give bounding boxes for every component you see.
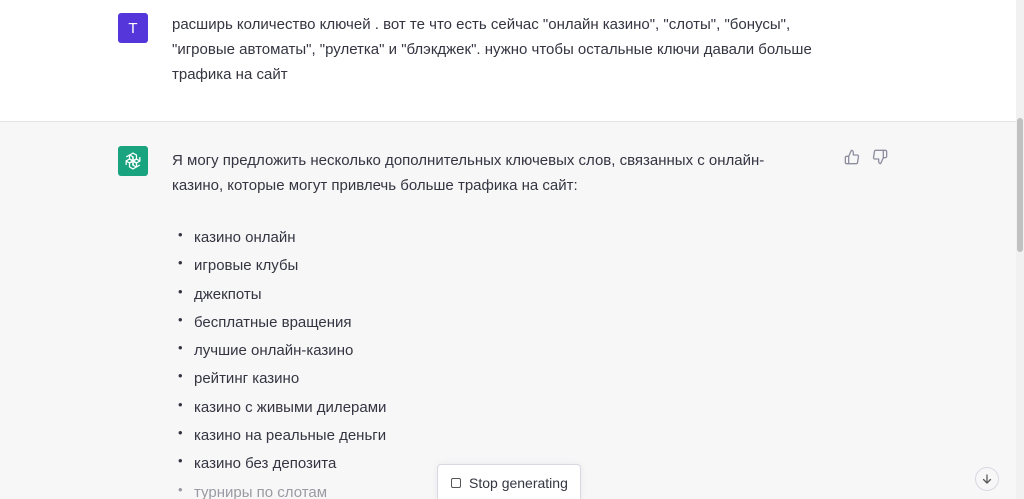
user-avatar-letter: T [128, 19, 138, 37]
scrollbar[interactable] [1016, 0, 1024, 499]
scrollbar-thumb[interactable] [1017, 118, 1023, 252]
feedback-buttons [843, 148, 889, 166]
list-item: • казино без депозита [178, 453, 337, 473]
assistant-message: Я могу предложить несколько дополнительн… [0, 122, 1016, 499]
openai-logo-icon [125, 152, 141, 170]
thumbs-up-icon [844, 149, 860, 165]
user-message: T расширь количество ключей . вот те что… [0, 0, 1016, 122]
list-item: • казино с живыми дилерами [178, 396, 387, 416]
list-item: • казино на реальные деньги [178, 425, 387, 445]
thumbs-down-icon [872, 149, 888, 165]
arrow-down-icon [982, 474, 992, 484]
keyword-list: • казино онлайн • игровые клубы • джекпоты … [172, 224, 386, 499]
user-avatar: T [118, 13, 148, 43]
list-item: • лучшие онлайн-казино [178, 340, 354, 360]
list-item: • джекпоты [178, 283, 262, 303]
list-item: • рейтинг казино [178, 368, 300, 388]
stop-generating-button[interactable]: Stop generating [437, 464, 581, 499]
scroll-down-button[interactable] [975, 467, 999, 491]
user-message-text: расширь количество ключей . вот те что е… [172, 16, 812, 83]
thumbs-up-button[interactable] [843, 148, 861, 166]
thumbs-down-button[interactable] [871, 148, 889, 166]
assistant-intro-text: Я могу предложить несколько дополнительн… [172, 152, 765, 194]
stop-generating-label: Stop generating [469, 475, 568, 491]
stop-icon [451, 478, 461, 488]
list-item: • бесплатные вращения [178, 311, 352, 331]
list-item: • казино онлайн [178, 227, 296, 246]
list-item: • турниры по слотам [178, 481, 328, 499]
list-item: • игровые клубы [178, 255, 299, 275]
assistant-avatar [118, 146, 148, 176]
